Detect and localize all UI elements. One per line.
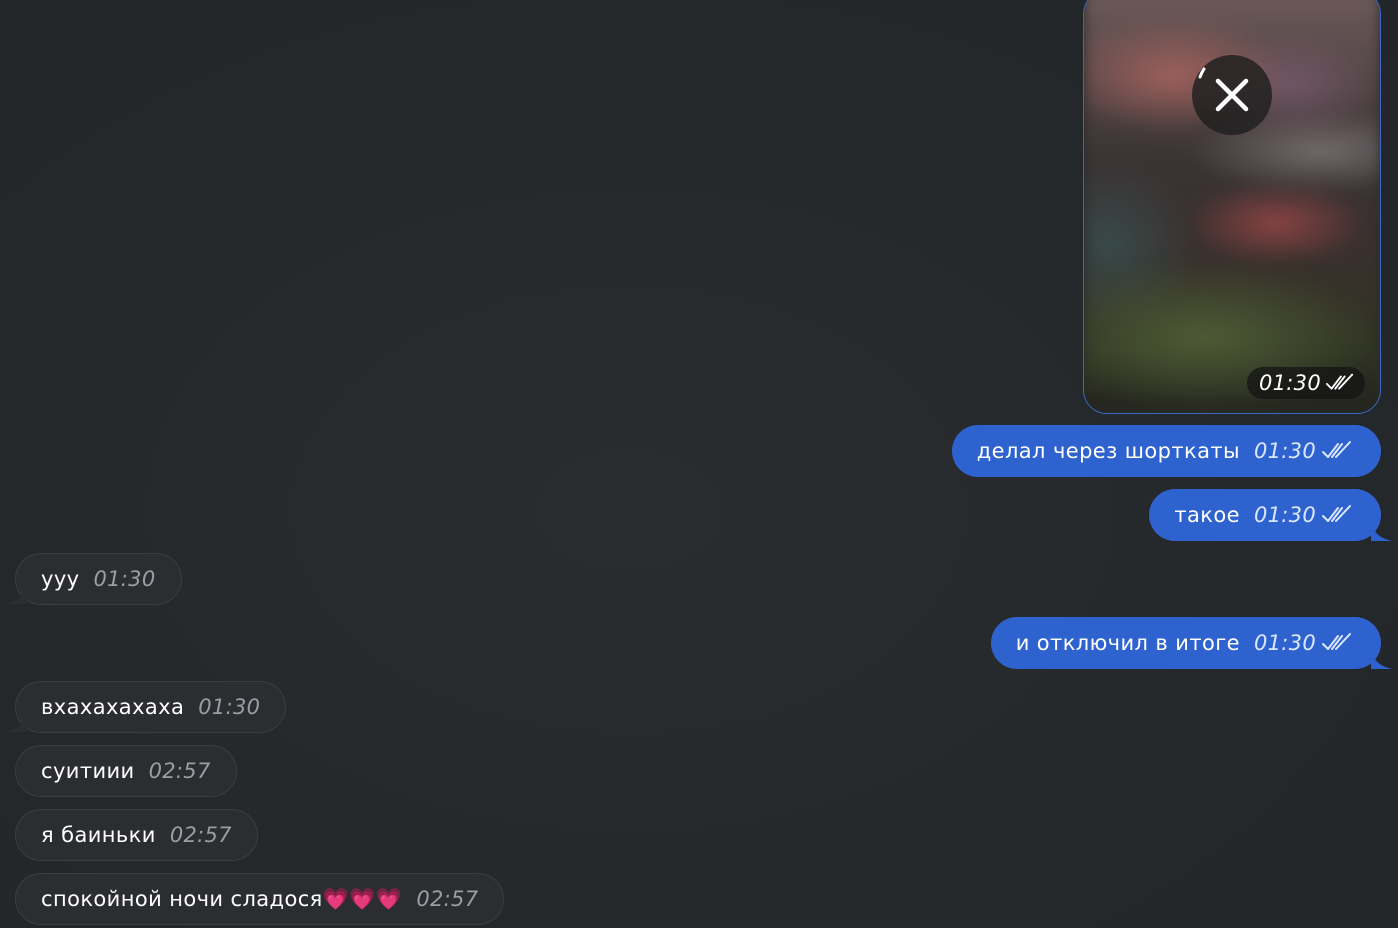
double-check-icon: [1322, 505, 1351, 522]
message-time: 01:30: [1253, 503, 1316, 527]
message-text: делал через шорткаты: [976, 439, 1240, 463]
message-bubble-outgoing[interactable]: и отключил в итоге 01:30: [990, 617, 1393, 669]
close-icon: [1198, 67, 1249, 112]
message-bubble-incoming[interactable]: вхахахахаха 01:30: [5, 681, 287, 733]
message-bubble-incoming[interactable]: ууу 01:30: [5, 553, 182, 605]
message-text: спокойной ночи сладося💗💗💗: [41, 886, 403, 911]
message-time: 01:30: [93, 567, 156, 591]
message-text: я баиньки: [41, 823, 156, 847]
message-bubble-incoming[interactable]: суитиии 02:57: [15, 745, 237, 797]
message-bubble-incoming[interactable]: я баиньки 02:57: [15, 809, 258, 861]
message-bubble-outgoing[interactable]: такое 01:30: [1149, 489, 1393, 541]
double-check-icon: [1322, 441, 1351, 458]
message-time: 02:57: [169, 823, 232, 847]
message-time: 01:30: [198, 695, 261, 719]
message-time: 01:30: [1253, 631, 1316, 655]
message-time: 02:57: [148, 759, 211, 783]
message-text: и отключил в итоге: [1015, 631, 1240, 655]
cancel-download-button[interactable]: [1192, 55, 1272, 135]
message-bubble-outgoing[interactable]: делал через шорткаты 01:30: [951, 425, 1381, 477]
media-time-text: 01:30: [1258, 371, 1321, 395]
double-check-icon: [1322, 633, 1351, 650]
message-bubble-incoming[interactable]: спокойной ночи сладося💗💗💗 02:57: [15, 873, 505, 925]
message-text: такое: [1174, 503, 1240, 527]
double-check-icon: [1325, 373, 1354, 390]
bubble-tail: [1371, 521, 1393, 541]
bubble-tail: [1371, 649, 1393, 669]
message-text: ууу: [41, 567, 80, 591]
message-time: 02:57: [416, 887, 479, 911]
media-timestamp: 01:30: [1246, 367, 1365, 399]
message-text: суитиии: [41, 759, 135, 783]
message-text: вхахахахаха: [41, 695, 185, 719]
message-time: 01:30: [1253, 439, 1316, 463]
bubble-tail: [5, 584, 27, 604]
media-message[interactable]: 01:30: [1083, 0, 1381, 414]
bubble-tail: [5, 712, 27, 732]
chat-area[interactable]: 01:30 делал через шорткаты 01:30 такое 0…: [0, 0, 1398, 928]
